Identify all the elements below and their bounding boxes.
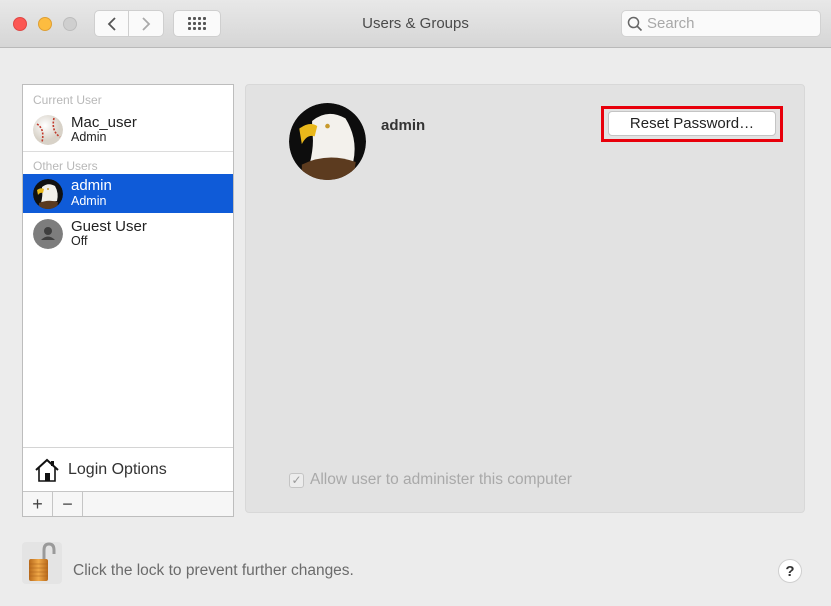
help-button[interactable]: ? xyxy=(778,559,802,583)
grid-icon xyxy=(188,17,206,30)
user-role: Admin xyxy=(71,193,107,208)
add-user-button[interactable]: + xyxy=(23,492,53,516)
user-name: Mac_user xyxy=(71,113,137,131)
user-name: admin xyxy=(71,177,112,195)
allow-admin-checkbox[interactable]: ✓ Allow user to administer this computer xyxy=(289,471,572,489)
user-role: Off xyxy=(71,234,88,249)
user-name: Guest User xyxy=(71,217,147,235)
user-detail-panel: admin Reset Password… ✓ Allow user to ad… xyxy=(245,84,805,513)
remove-user-button[interactable]: − xyxy=(53,492,83,516)
user-row-admin[interactable]: admin Admin xyxy=(23,174,233,213)
house-icon xyxy=(35,458,59,482)
unlocked-padlock-icon xyxy=(29,542,56,581)
reset-password-button[interactable]: Reset Password… xyxy=(608,111,776,136)
title-bar: Users & Groups xyxy=(0,0,831,48)
person-avatar-icon xyxy=(33,219,63,249)
selected-username: admin xyxy=(381,117,426,134)
checkmark-icon: ✓ xyxy=(289,472,304,488)
add-remove-bar: + − xyxy=(23,491,233,516)
lock-button[interactable] xyxy=(22,542,62,584)
back-button[interactable] xyxy=(94,10,129,37)
baseball-avatar-icon xyxy=(33,115,63,145)
search-icon xyxy=(627,16,643,31)
user-row-guest-user[interactable]: Guest User Off xyxy=(23,213,233,255)
chevron-left-icon xyxy=(107,16,116,31)
forward-button[interactable] xyxy=(129,10,164,37)
login-options-button[interactable]: Login Options xyxy=(23,447,233,491)
close-window-button[interactable] xyxy=(13,17,27,31)
current-user-header: Current User xyxy=(33,93,102,107)
chevron-right-icon xyxy=(142,16,151,31)
user-role: Admin xyxy=(71,130,107,145)
search-input[interactable] xyxy=(643,15,803,32)
lock-status-text: Click the lock to prevent further change… xyxy=(73,562,354,579)
show-all-button[interactable] xyxy=(173,10,221,37)
login-options-label: Login Options xyxy=(68,460,167,478)
users-list: Current User Mac_user Admin Other Users … xyxy=(22,84,234,517)
eagle-avatar-icon[interactable] xyxy=(289,103,366,180)
eagle-avatar-icon xyxy=(33,178,63,209)
zoom-window-button[interactable] xyxy=(63,17,77,31)
search-field[interactable] xyxy=(621,10,821,37)
minimize-window-button[interactable] xyxy=(38,17,52,31)
user-row-mac-user[interactable]: Mac_user Admin xyxy=(23,109,233,151)
other-users-header: Other Users xyxy=(33,159,98,173)
nav-buttons xyxy=(94,10,164,37)
allow-admin-label: Allow user to administer this computer xyxy=(310,471,572,488)
